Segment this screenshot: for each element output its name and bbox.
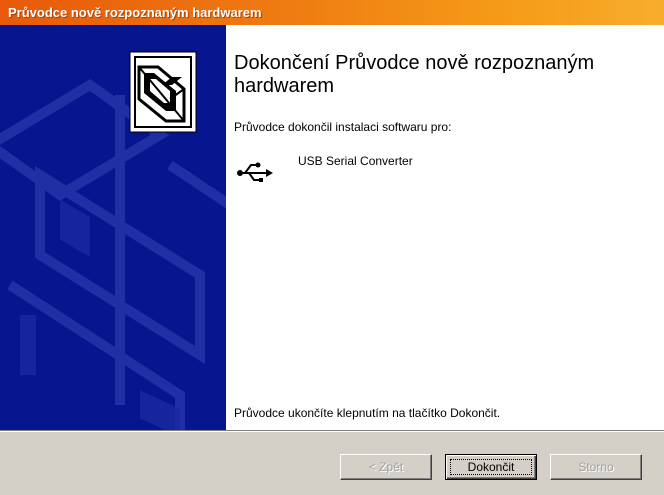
focus-rect [450, 459, 532, 475]
finish-button[interactable]: Dokončit [445, 454, 537, 480]
intro-text: Průvodce dokončil instalaci softwaru pro… [234, 120, 452, 134]
cancel-button[interactable]: Storno [550, 454, 642, 480]
back-button[interactable]: < Zpět [340, 454, 432, 480]
wizard-side-panel [0, 25, 226, 430]
wizard-window: Průvodce nově rozpoznaným hardwarem Doko… [0, 0, 664, 495]
page-title: Dokončení Průvodce nově rozpoznaným hard… [234, 52, 595, 97]
button-bar: < Zpět Dokončit Storno [0, 432, 664, 495]
title-bar[interactable]: Průvodce nově rozpoznaným hardwarem [0, 0, 664, 25]
finish-hint-text: Průvodce ukončíte klepnutím na tlačítko … [234, 406, 501, 420]
window-title: Průvodce nově rozpoznaným hardwarem [8, 5, 262, 20]
hardware-icon [129, 51, 197, 133]
device-name: USB Serial Converter [298, 154, 413, 168]
hardware-background-graphic [0, 51, 226, 430]
usb-icon [236, 159, 274, 187]
wizard-content: Dokončení Průvodce nově rozpoznaným hard… [226, 25, 664, 430]
